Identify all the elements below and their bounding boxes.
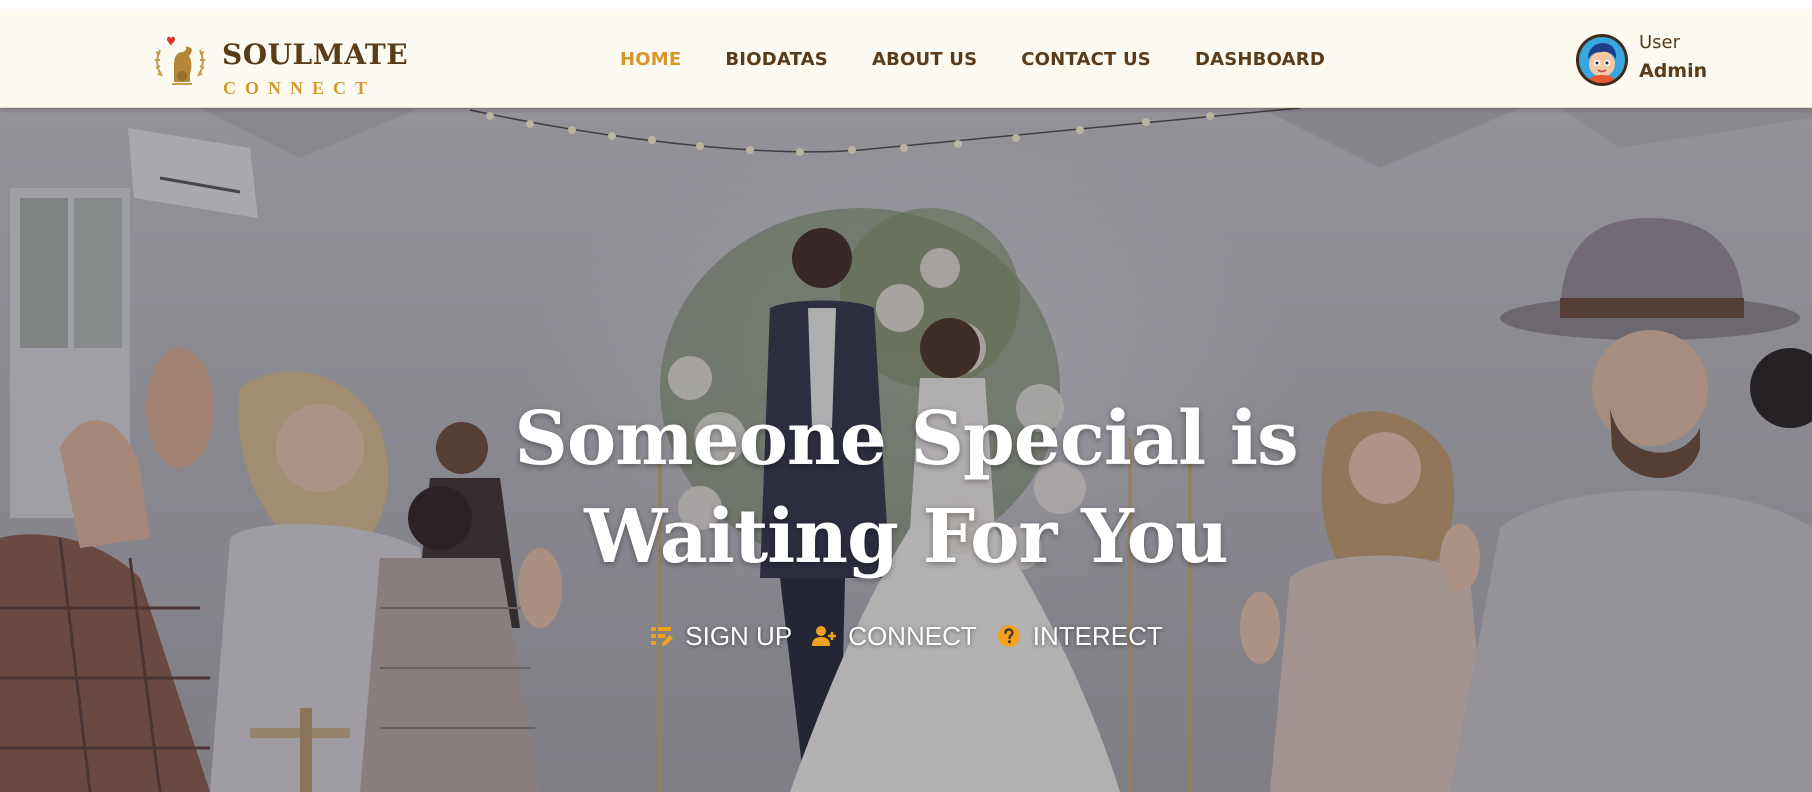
- user-menu[interactable]: User Admin: [1576, 30, 1776, 90]
- user-name: Admin: [1639, 60, 1708, 82]
- brand-logo[interactable]: SOULMATE CONNECT: [152, 28, 408, 98]
- brand-name: SOULMATE: [222, 38, 409, 71]
- hero-title: Someone Special is Waiting For You: [456, 390, 1356, 586]
- interect-label: INTERECT: [1032, 620, 1163, 651]
- top-strip: [0, 0, 1812, 10]
- avatar[interactable]: [1576, 34, 1628, 86]
- main-nav: HOME BIODATAS ABOUT US CONTACT US DASHBO…: [620, 10, 1369, 108]
- hero-banner: Someone Special is Waiting For You SIGN …: [0, 108, 1812, 792]
- nav-item-about-us[interactable]: ABOUT US: [872, 49, 977, 70]
- nav-item-dashboard[interactable]: DASHBOARD: [1195, 49, 1325, 70]
- nav-item-biodatas[interactable]: BIODATAS: [725, 49, 828, 70]
- hero-title-line1: Someone Special is: [514, 396, 1298, 482]
- nav-item-home[interactable]: HOME: [620, 49, 681, 70]
- nav-item-contact-us[interactable]: CONTACT US: [1021, 49, 1151, 70]
- user-plus-icon: [812, 626, 837, 646]
- signup-form-icon: [651, 627, 674, 646]
- site-header: SOULMATE CONNECT HOME BIODATAS ABOUT US …: [0, 10, 1812, 108]
- brand-tagline: CONNECT: [223, 78, 377, 98]
- hero-actions: SIGN UP CONNECT INTERECT: [0, 616, 1812, 656]
- cartoon-boy-avatar: [1579, 37, 1625, 83]
- sign-up-label: SIGN UP: [685, 620, 793, 651]
- dog-with-heart-wreath-icon: [155, 36, 205, 85]
- question-circle-icon: [997, 625, 1020, 647]
- hero-title-line2: Waiting For You: [584, 494, 1228, 580]
- sign-up-link[interactable]: SIGN UP: [649, 621, 792, 652]
- connect-link[interactable]: CONNECT: [812, 621, 977, 652]
- connect-label: CONNECT: [848, 620, 977, 651]
- user-role: User: [1639, 32, 1681, 53]
- interect-link[interactable]: INTERECT: [997, 621, 1163, 652]
